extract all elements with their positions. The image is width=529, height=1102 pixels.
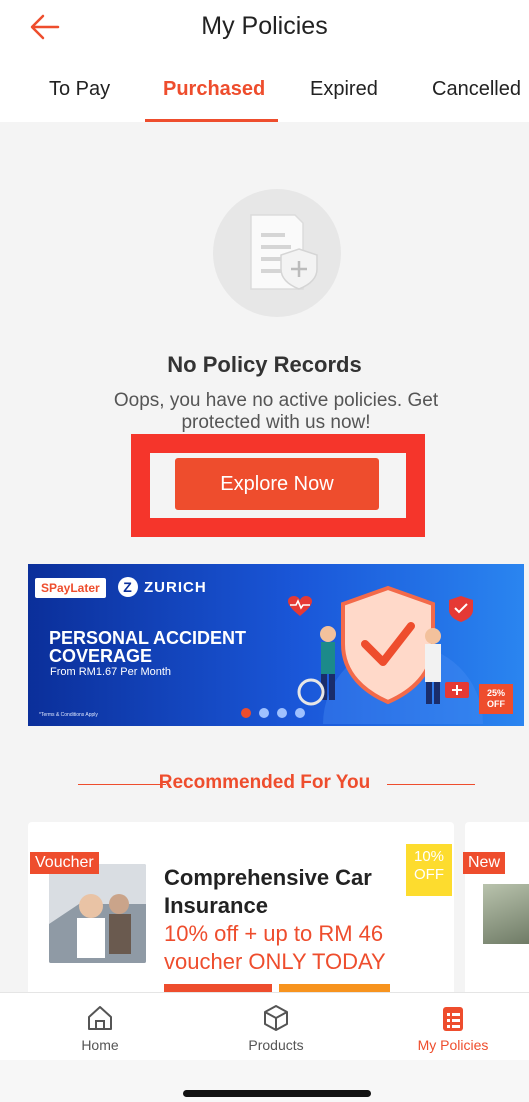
carousel-dot[interactable] (295, 708, 305, 718)
bottom-navigation: Home Products My Policies (0, 992, 529, 1061)
nav-home-label: Home (81, 1037, 119, 1053)
zurich-label: ZURICH (144, 579, 207, 596)
empty-state-description: Oops, you have no active policies. Get p… (113, 390, 439, 433)
tab-to-pay[interactable]: To Pay (49, 78, 110, 101)
home-icon (88, 1006, 112, 1030)
section-divider-right (387, 784, 475, 785)
zurich-logo: Z ZURICH (118, 577, 207, 597)
box-icon (264, 1005, 288, 1031)
explore-now-button[interactable]: Explore Now (175, 458, 379, 510)
empty-state-title: No Policy Records (167, 352, 362, 377)
card-title: Comprehensive Car Insurance (164, 865, 372, 918)
new-tag: New (463, 852, 506, 874)
tab-cancelled[interactable]: Cancelled (432, 78, 521, 101)
voucher-tag: Voucher (30, 852, 99, 874)
header: My Policies (0, 0, 529, 55)
nav-my-policies[interactable]: My Policies (398, 1003, 508, 1053)
banner-headline: PERSONAL ACCIDENT COVERAGE (49, 628, 247, 666)
promo-banner[interactable]: SPayLater Z ZURICH PERSONAL ACCIDENT COVE… (28, 564, 524, 726)
car-driver-photo (49, 864, 146, 963)
spaylater-logo: SPayLater (35, 578, 106, 598)
recommended-section-title: Recommended For You (158, 772, 371, 793)
nav-home[interactable]: Home (45, 1003, 155, 1053)
carousel-dot[interactable] (277, 708, 287, 718)
tab-bar: To Pay Purchased Expired Cancelled (0, 60, 529, 122)
nav-products-label: Products (248, 1037, 304, 1053)
card-image (483, 884, 529, 944)
banner-subline: From RM1.67 Per Month (50, 666, 172, 678)
page-title: My Policies (201, 12, 328, 40)
empty-state-illustration (213, 189, 341, 317)
policy-list-icon (443, 1007, 463, 1031)
discount-ribbon: 10% OFF (406, 844, 452, 896)
card-progress-bar (164, 984, 272, 992)
nav-products[interactable]: Products (221, 1003, 331, 1053)
tab-expired[interactable]: Expired (310, 78, 378, 101)
tab-purchased[interactable]: Purchased (163, 78, 265, 101)
document-shield-icon (250, 214, 318, 290)
card-action-bar (279, 984, 390, 992)
card-image (49, 864, 146, 963)
content-area: No Policy Records Oops, you have no acti… (0, 122, 529, 992)
zurich-z-icon: Z (118, 577, 138, 597)
carousel-dot[interactable] (259, 708, 269, 718)
home-indicator[interactable] (183, 1090, 371, 1097)
banner-terms: *Terms & Conditions Apply (39, 712, 98, 718)
carousel-dot-active[interactable] (241, 708, 251, 718)
nav-my-policies-label: My Policies (417, 1037, 489, 1053)
banner-discount-badge: 25% OFF (479, 684, 513, 714)
card-promo-text: 10% off + up to RM 46 voucher ONLY TODAY (164, 921, 386, 974)
heart-icon (288, 596, 312, 616)
